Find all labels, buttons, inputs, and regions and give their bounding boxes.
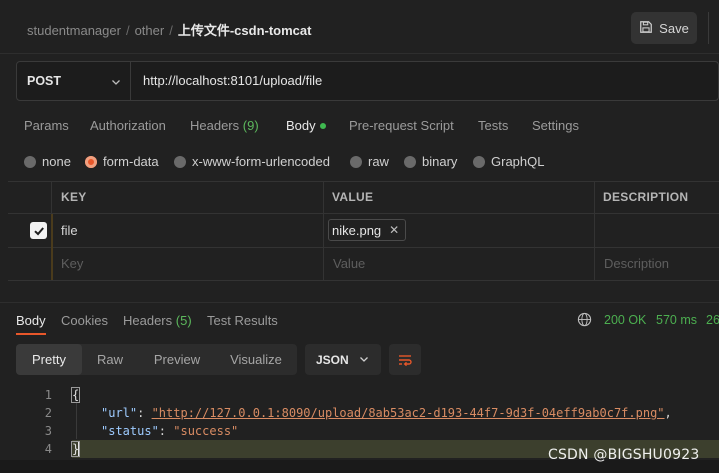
key-input-placeholder[interactable]: Key (61, 256, 83, 271)
save-label: Save (659, 20, 689, 36)
view-raw-button[interactable]: Raw (84, 344, 136, 375)
radio-none-label: none (42, 154, 71, 169)
description-input-placeholder[interactable]: Description (604, 256, 669, 271)
radio-circle (174, 155, 186, 168)
save-icon (639, 20, 653, 37)
indent-guide (76, 403, 77, 439)
breadcrumb-separator: / (125, 23, 130, 38)
code-line-2[interactable]: "url": "http://127.0.0.1:8090/upload/8ab… (101, 406, 672, 420)
radio-urlencoded[interactable]: x-www-form-urlencoded (174, 154, 330, 169)
url-input[interactable]: http://localhost:8101/upload/file (143, 73, 322, 88)
file-chip[interactable]: nike.png ✕ (328, 219, 407, 241)
value-input-placeholder[interactable]: Value (333, 256, 365, 271)
view-preview-button[interactable]: Preview (140, 344, 214, 375)
response-time[interactable]: 570 ms (656, 313, 697, 327)
tab-headers-label: Headers (190, 118, 240, 133)
radio-none[interactable]: none (24, 154, 71, 169)
checkmark-icon (33, 226, 44, 235)
response-tab-headers-count: (5) (175, 313, 192, 328)
globe-icon[interactable] (577, 312, 592, 327)
save-dropdown-edge[interactable] (708, 12, 719, 44)
column-header-value: VALUE (332, 190, 374, 204)
response-divider[interactable] (0, 302, 719, 303)
tab-pre-request-script[interactable]: Pre-request Script (349, 118, 454, 133)
file-chip-name: nike.png (332, 222, 382, 238)
radio-form-data-label: form-data (103, 154, 159, 169)
chevron-down-icon (111, 76, 121, 86)
response-tab-headers-label: Headers (123, 313, 173, 328)
wrap-lines-button[interactable] (389, 344, 421, 375)
breadcrumb: studentmanager / other / 上传文件-csdn-tomcat (27, 20, 311, 39)
response-tab-cookies[interactable]: Cookies (61, 313, 108, 328)
json-key-url: "url" (101, 406, 138, 420)
code-line-1[interactable]: { (70, 387, 81, 403)
param-key-file[interactable]: file (61, 223, 78, 238)
radio-circle-selected (85, 155, 97, 168)
radio-graphql-label: GraphQL (491, 154, 545, 169)
json-value-url-link[interactable]: "http://127.0.0.1:8090/upload/8ab53ac2-d… (152, 406, 665, 420)
table-border-bottom (8, 280, 719, 281)
tab-body-label: Body (286, 118, 316, 133)
table-column-divider (323, 181, 324, 280)
tab-params[interactable]: Params (24, 118, 69, 133)
tab-headers-count: (9) (242, 118, 259, 133)
radio-raw-label: raw (368, 154, 389, 169)
wrap-lines-icon (399, 354, 412, 366)
response-tab-body[interactable]: Body (16, 313, 46, 328)
row-enabled-checkbox[interactable] (30, 222, 47, 239)
table-border (8, 247, 719, 248)
radio-circle (350, 155, 362, 168)
tab-settings[interactable]: Settings (532, 118, 579, 133)
radio-circle (404, 155, 416, 168)
json-open-brace: { (70, 387, 81, 403)
table-border (8, 213, 719, 214)
json-value-status: "success" (173, 424, 239, 438)
radio-raw[interactable]: raw (350, 154, 389, 169)
method-select[interactable]: POST (17, 62, 131, 100)
status-code[interactable]: 200 OK (604, 313, 646, 327)
response-size[interactable]: 26 (706, 313, 719, 327)
table-column-divider (594, 181, 595, 280)
tab-tests[interactable]: Tests (478, 118, 508, 133)
format-label: JSON (316, 352, 349, 367)
breadcrumb-request-name[interactable]: 上传文件-csdn-tomcat (178, 23, 312, 38)
breadcrumb-folder[interactable]: other (135, 23, 165, 38)
view-pretty-button[interactable]: Pretty (16, 344, 82, 375)
radio-binary[interactable]: binary (404, 154, 457, 169)
line-number: 1 (44, 388, 52, 402)
breadcrumb-separator: / (169, 23, 173, 38)
view-visualize-button[interactable]: Visualize (218, 344, 294, 375)
response-tab-test-results[interactable]: Test Results (207, 313, 278, 328)
save-button[interactable]: Save (631, 12, 697, 44)
radio-circle (24, 155, 36, 168)
line-number: 2 (44, 406, 52, 420)
line-number: 4 (44, 442, 52, 456)
row-drag-handle[interactable] (51, 214, 53, 280)
radio-binary-label: binary (422, 154, 458, 169)
radio-circle (473, 155, 485, 168)
table-border-top (8, 181, 719, 182)
body-indicator-dot (319, 122, 326, 129)
column-header-key: KEY (61, 190, 87, 204)
chevron-down-icon (359, 353, 369, 367)
radio-form-data[interactable]: form-data (85, 154, 159, 169)
watermark: CSDN @BIGSHU0923 (548, 447, 700, 463)
code-line-3[interactable]: "status": "success" (101, 424, 238, 438)
method-label: POST (27, 74, 62, 88)
column-header-description: DESCRIPTION (603, 190, 689, 204)
radio-urlencoded-label: x-www-form-urlencoded (192, 154, 330, 169)
active-tab-underline (16, 333, 46, 335)
breadcrumb-collection[interactable]: studentmanager (27, 23, 121, 38)
text-cursor (78, 442, 79, 456)
json-key-status: "status" (101, 424, 159, 438)
close-icon[interactable]: ✕ (389, 223, 399, 237)
line-number: 3 (44, 424, 52, 438)
tab-body[interactable]: Body (286, 118, 326, 133)
response-tab-headers[interactable]: Headers (5) (123, 313, 192, 328)
tab-headers[interactable]: Headers (9) (190, 118, 259, 133)
radio-graphql[interactable]: GraphQL (473, 154, 544, 169)
tab-authorization[interactable]: Authorization (90, 118, 166, 133)
format-select[interactable]: JSON (305, 344, 381, 375)
